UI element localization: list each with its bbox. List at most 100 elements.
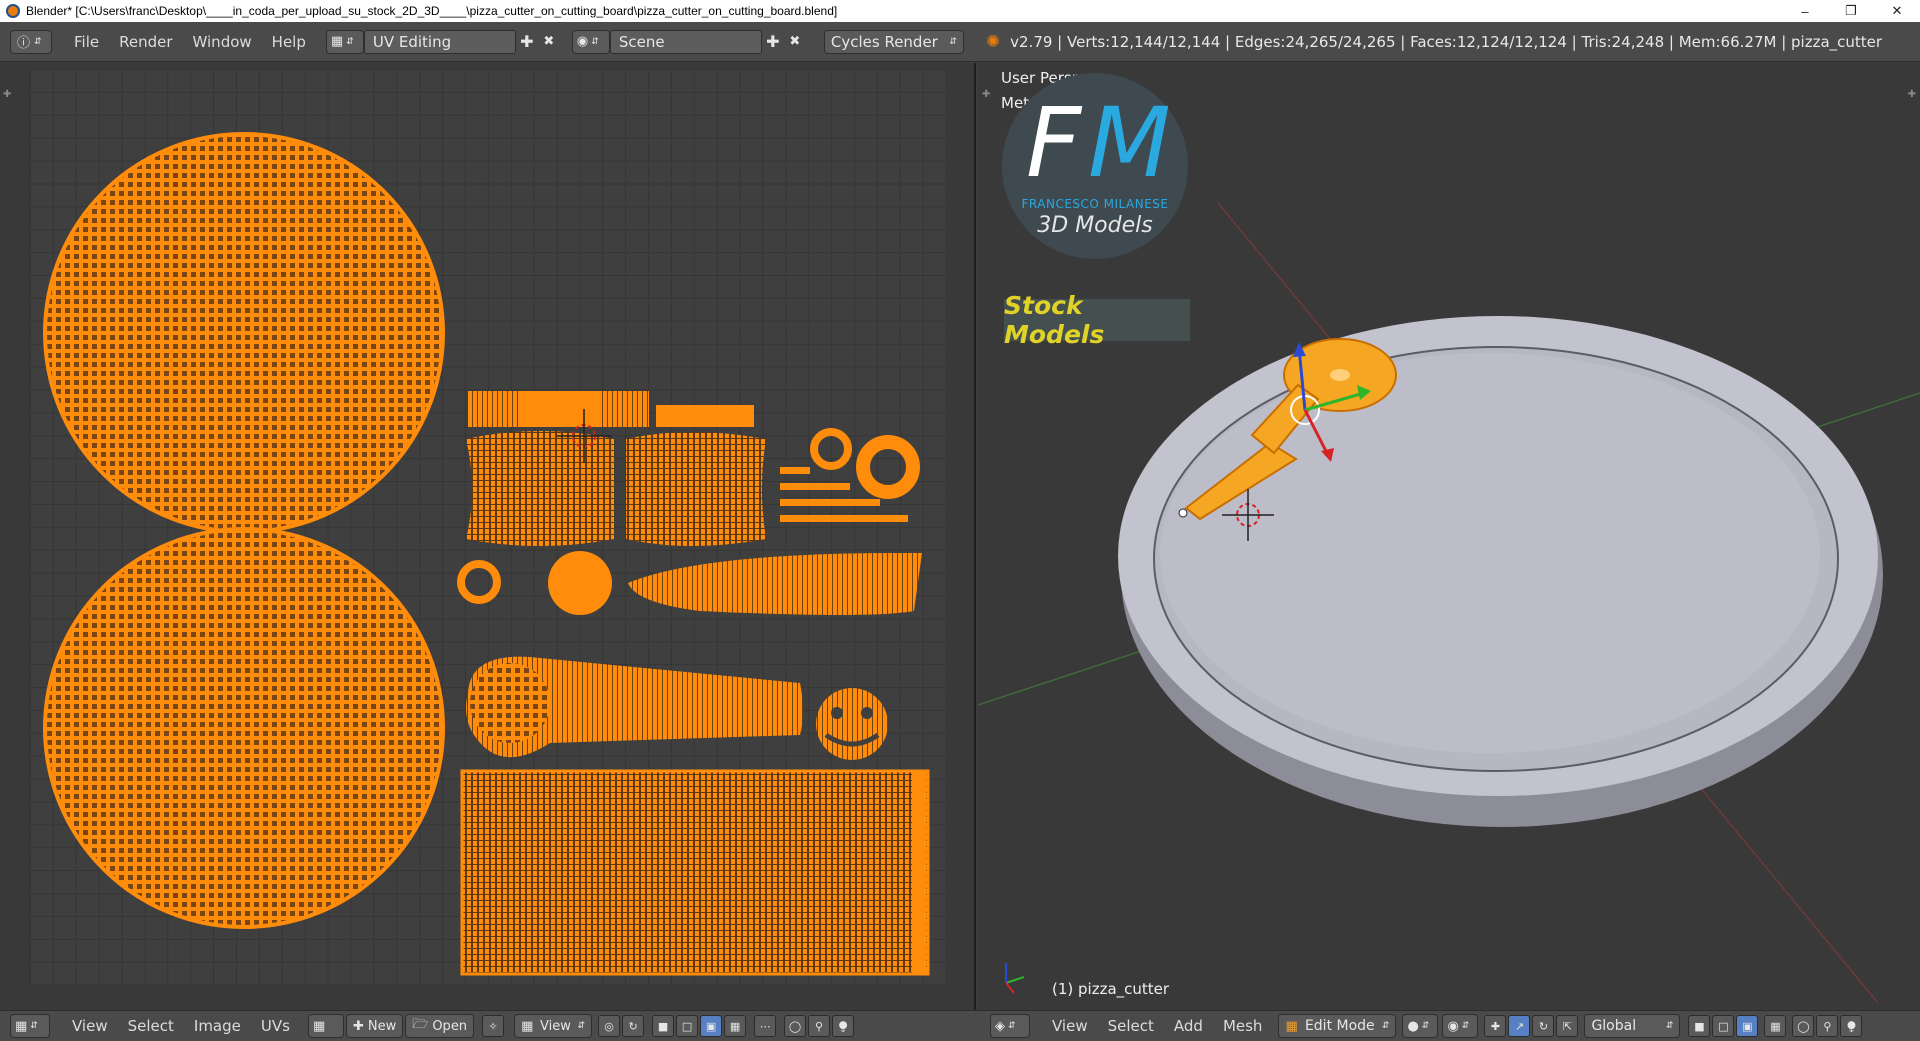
screen-layout-browse-button[interactable]: ▦ ⇵ (325, 29, 364, 54)
vertex-select-icon[interactable]: ■ (652, 1015, 675, 1037)
view-mode-select[interactable]: ▦ View ⇵ (514, 1014, 593, 1038)
blender-orange-icon: ✺ (985, 31, 1001, 52)
uv-island-disc (548, 551, 612, 615)
uv-island-ring-small (810, 428, 852, 470)
snap-toggle-icon[interactable]: ⚲ (1816, 1015, 1839, 1037)
view-axes-widget (1005, 963, 1025, 994)
active-object-label: (1) pizza_cutter (1052, 980, 1170, 998)
screen-layout-field[interactable]: UV Editing (363, 29, 516, 54)
window-titlebar: Blender* [C:\Users\franc\Desktop\____in_… (0, 0, 1920, 22)
uv-menu-view[interactable]: View (62, 1017, 118, 1035)
uv-island-washer (457, 560, 501, 604)
uv-image-editor[interactable]: ✚ (0, 63, 976, 1010)
view3d-menu-view[interactable]: View (1042, 1017, 1098, 1035)
sticky-mode-icon[interactable]: ⋯ (754, 1015, 777, 1037)
stock-models-badge: Stock Models (1004, 291, 1190, 349)
uv-island-strip-b (656, 405, 754, 427)
view3d-icon: ◈ (995, 1018, 1005, 1034)
uv-island-handle-upper (628, 553, 922, 615)
scene-browse-button[interactable]: ◉ ⇵ (571, 29, 610, 54)
info-icon: ⓘ (17, 36, 31, 51)
editor-footers: ▦ ⇵ View Select Image UVs ▦ ✚ New 🗁 Open ✧ … (0, 1010, 1920, 1041)
brand-logo: F M FRANCESCO MILANESE 3D Models (1002, 73, 1188, 259)
snap-element-icon[interactable]: ⧭ (1840, 1015, 1863, 1037)
uv-island-ring-large (856, 435, 920, 499)
transform-orientation-select[interactable]: Global ⇵ (1584, 1014, 1681, 1038)
edit-mode-icon: ▦ (1285, 1018, 1298, 1034)
menu-file[interactable]: File (64, 30, 109, 54)
3d-viewport[interactable]: ✚ ✚ User Persp Meters (978, 63, 1920, 1010)
uv-island-grip-a (466, 431, 614, 546)
new-image-button[interactable]: ✚ New (345, 1014, 404, 1038)
uv-menu-uvs[interactable]: UVs (251, 1017, 300, 1035)
rotate-manipulator-icon[interactable]: ↻ (1532, 1015, 1555, 1037)
pivot-point-icon: ◉ (1447, 1018, 1459, 1034)
menu-help[interactable]: Help (262, 30, 316, 54)
view3d-menu-select[interactable]: Select (1098, 1017, 1164, 1035)
uv-islands (43, 132, 930, 976)
minimize-button[interactable]: – (1782, 0, 1828, 22)
logo-tagline: 3D Models (1037, 213, 1153, 238)
plus-icon: ✚ (352, 1018, 364, 1034)
layout-grid-icon: ▦ (330, 34, 344, 49)
uv-menu-image[interactable]: Image (184, 1017, 251, 1035)
info-header: ⓘ ⇵ File Render Window Help ▦ ⇵ UV Editin… (0, 22, 1920, 62)
translate-manipulator-icon[interactable]: ↗ (1508, 1015, 1531, 1037)
uv-island-grip-b (626, 432, 766, 546)
close-button[interactable]: ✕ (1874, 0, 1920, 22)
viewport-shading-select[interactable]: ● ⇵ (1402, 1014, 1439, 1038)
face-select-mode-icon[interactable]: ▣ (1736, 1015, 1759, 1037)
render-engine-select[interactable]: Cycles Render ⇵ (823, 29, 964, 54)
uv-island-endcap (816, 688, 888, 760)
pin-icon[interactable]: ✧ (482, 1015, 505, 1037)
edge-select-mode-icon[interactable]: □ (1712, 1015, 1735, 1037)
proportional-edit-icon[interactable]: ◯ (784, 1015, 807, 1037)
editor-type-info-button[interactable]: ⓘ ⇵ (10, 29, 52, 54)
logo-letter-m: M (1088, 87, 1171, 199)
edge-select-icon[interactable]: □ (676, 1015, 699, 1037)
manipulator-toggle-icon[interactable]: ✚ (1484, 1015, 1507, 1037)
scene-icon: ◉ (576, 34, 589, 49)
pivot-point-select[interactable]: ◉ ⇵ (1442, 1014, 1479, 1038)
snap-target-icon[interactable]: ⧭ (832, 1015, 855, 1037)
pivot-icon[interactable]: ◎ (598, 1015, 621, 1037)
blender-logo-icon (6, 4, 20, 18)
window-title: Blender* [C:\Users\franc\Desktop\____in_… (26, 4, 838, 18)
vertex-select-mode-icon[interactable]: ■ (1688, 1015, 1711, 1037)
face-select-icon[interactable]: ▣ (700, 1015, 723, 1037)
image-icon: ▦ (312, 1018, 326, 1034)
add-screen-icon[interactable]: ✚ (516, 31, 538, 53)
scene-stats: v2.79 | Verts:12,144/12,144 | Edges:24,2… (1010, 32, 1883, 51)
scene-field[interactable]: Scene (609, 29, 762, 54)
menu-render[interactable]: Render (109, 30, 182, 54)
uv-menu-select[interactable]: Select (118, 1017, 184, 1035)
logo-letter-f: F (1026, 87, 1082, 199)
snap-icon[interactable]: ⚲ (808, 1015, 831, 1037)
uv-island-circle-bottom (43, 527, 445, 929)
open-image-button[interactable]: 🗁 Open (405, 1014, 475, 1038)
uv-island-cylinder-block (460, 769, 930, 976)
sync-selection-icon[interactable]: ↻ (622, 1015, 645, 1037)
remove-screen-icon[interactable]: ✖ (538, 31, 560, 53)
uv-editor-type-button[interactable]: ▦ ⇵ (10, 1014, 50, 1038)
interaction-mode-select[interactable]: ▦ Edit Mode ⇵ (1278, 1014, 1397, 1038)
occlude-geometry-icon[interactable]: ▦ (1764, 1015, 1787, 1037)
restore-button[interactable]: ❐ (1828, 0, 1874, 22)
logo-author-name: FRANCESCO MILANESE (1021, 197, 1169, 211)
view3d-menu-mesh[interactable]: Mesh (1213, 1017, 1273, 1035)
add-scene-icon[interactable]: ✚ (762, 31, 784, 53)
view3d-editor-type-button[interactable]: ◈ ⇵ (990, 1014, 1030, 1038)
proportional-editing-icon[interactable]: ◯ (1792, 1015, 1815, 1037)
uv-island-circle-top (43, 132, 445, 534)
image-editor-icon: ▦ (15, 1018, 28, 1034)
view3d-menu-add[interactable]: Add (1164, 1017, 1213, 1035)
island-select-icon[interactable]: ▦ (724, 1015, 747, 1037)
shading-sphere-icon: ● (1407, 1018, 1419, 1034)
remove-scene-icon[interactable]: ✖ (784, 31, 806, 53)
view-mode-icon: ▦ (521, 1018, 534, 1034)
menu-window[interactable]: Window (183, 30, 262, 54)
scale-manipulator-icon[interactable]: ⇱ (1556, 1015, 1579, 1037)
folder-icon: 🗁 (412, 1017, 429, 1032)
image-browse-button[interactable]: ▦ (307, 1014, 344, 1038)
updown-icon: ⇵ (34, 36, 42, 47)
